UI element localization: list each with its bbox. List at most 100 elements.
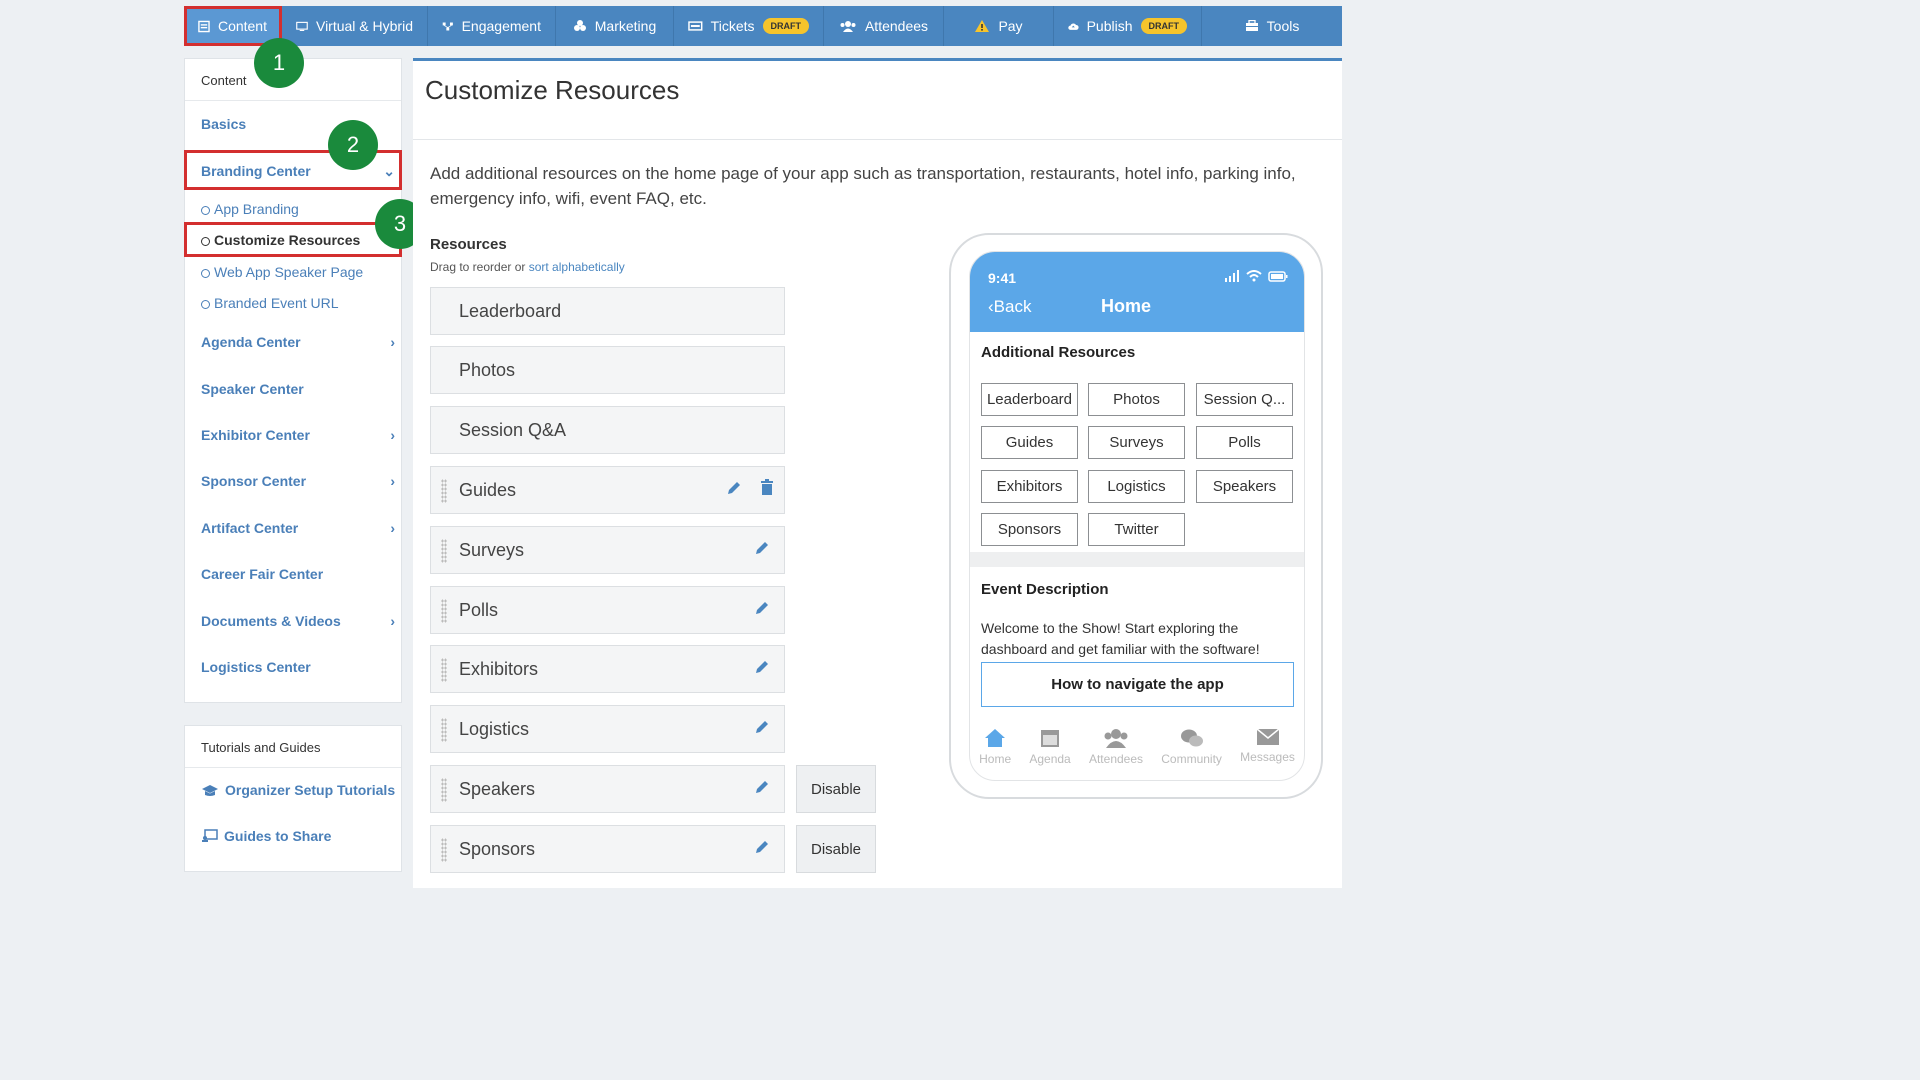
tab-virtual-hybrid[interactable]: Virtual & Hybrid bbox=[282, 6, 428, 46]
drag-handle-icon[interactable] bbox=[441, 718, 447, 742]
phone-resource-button[interactable]: Session Q... bbox=[1196, 383, 1293, 416]
sidebar-item-artifact-center[interactable]: Artifact Center bbox=[201, 520, 298, 536]
resource-item[interactable]: Exhibitors bbox=[430, 645, 785, 693]
step-badge-1: 1 bbox=[254, 38, 304, 88]
tab-pay[interactable]: Pay bbox=[944, 6, 1054, 46]
resource-item[interactable]: Surveys bbox=[430, 526, 785, 574]
sidebar-item-exhibitor-center[interactable]: Exhibitor Center bbox=[201, 427, 310, 443]
resource-label: Sponsors bbox=[459, 838, 536, 859]
share-guide-icon bbox=[202, 829, 218, 842]
pencil-icon[interactable] bbox=[726, 480, 742, 496]
sidebar-sub-app-branding[interactable]: App Branding bbox=[201, 201, 299, 217]
phone-resource-button[interactable]: Logistics bbox=[1088, 470, 1185, 503]
pencil-icon[interactable] bbox=[754, 600, 770, 616]
back-label: Back bbox=[993, 297, 1032, 316]
home-icon bbox=[985, 729, 1006, 747]
phone-resource-button[interactable]: Guides bbox=[981, 426, 1078, 459]
page-title: Customize Resources bbox=[425, 75, 680, 105]
phone-resource-button[interactable]: Polls bbox=[1196, 426, 1293, 459]
section-divider bbox=[970, 552, 1304, 567]
disable-button[interactable]: Disable bbox=[796, 825, 876, 873]
tab-label: Attendees bbox=[864, 18, 929, 34]
draft-badge: DRAFT bbox=[762, 18, 809, 34]
engagement-icon bbox=[442, 22, 453, 30]
tutorials-panel: Tutorials and Guides Organizer Setup Tut… bbox=[184, 725, 402, 872]
warning-icon bbox=[975, 20, 990, 32]
back-button[interactable]: ‹Back bbox=[988, 297, 1031, 317]
guides-to-share-link[interactable]: Guides to Share bbox=[201, 828, 331, 844]
pencil-icon[interactable] bbox=[754, 779, 770, 795]
trash-icon[interactable] bbox=[760, 479, 774, 495]
pencil-icon[interactable] bbox=[754, 540, 770, 556]
phone-resource-button[interactable]: Sponsors bbox=[981, 513, 1078, 546]
bottom-nav-community[interactable]: Community bbox=[1161, 722, 1222, 780]
organizer-setup-tutorials-link[interactable]: Organizer Setup Tutorials bbox=[201, 782, 395, 798]
pencil-icon[interactable] bbox=[754, 659, 770, 675]
signal-icon bbox=[1225, 270, 1239, 282]
link-label: Organizer Setup Tutorials bbox=[225, 782, 396, 798]
draft-badge: DRAFT bbox=[1140, 18, 1187, 34]
tab-marketing[interactable]: Marketing bbox=[556, 6, 674, 46]
tab-label: Publish bbox=[1086, 18, 1133, 34]
bottom-nav-label: Agenda bbox=[1029, 752, 1071, 766]
marketing-icon bbox=[573, 19, 586, 31]
sidebar-item-career-fair-center[interactable]: Career Fair Center bbox=[201, 566, 323, 582]
sidebar-item-agenda-center[interactable]: Agenda Center bbox=[201, 334, 301, 350]
resource-item[interactable]: Session Q&A bbox=[430, 406, 785, 454]
bottom-nav-label: Attendees bbox=[1088, 752, 1144, 766]
tab-label: Tools bbox=[1266, 18, 1300, 34]
phone-resource-button[interactable]: Leaderboard bbox=[981, 383, 1078, 416]
drag-handle-icon[interactable] bbox=[441, 658, 447, 682]
phone-resource-button[interactable]: Twitter bbox=[1088, 513, 1185, 546]
tutorials-header: Tutorials and Guides bbox=[185, 726, 401, 768]
phone-resource-button[interactable]: Speakers bbox=[1196, 470, 1293, 503]
chevron-right-icon: › bbox=[390, 473, 395, 489]
envelope-icon bbox=[1256, 728, 1279, 745]
drag-handle-icon[interactable] bbox=[441, 778, 447, 802]
pencil-icon[interactable] bbox=[754, 719, 770, 735]
link-label: Guides to Share bbox=[224, 828, 332, 844]
phone-resource-button[interactable]: Surveys bbox=[1088, 426, 1185, 459]
tab-attendees[interactable]: Attendees bbox=[824, 6, 944, 46]
sidebar-item-logistics-center[interactable]: Logistics Center bbox=[201, 659, 311, 675]
resource-item[interactable]: Logistics bbox=[430, 705, 785, 753]
disable-button[interactable]: Disable bbox=[796, 765, 876, 813]
sidebar-item-sponsor-center[interactable]: Sponsor Center bbox=[201, 473, 306, 489]
sidebar-sub-web-app-speaker-page[interactable]: Web App Speaker Page bbox=[201, 264, 363, 280]
phone-resource-button[interactable]: Exhibitors bbox=[981, 470, 1078, 503]
drag-handle-icon[interactable] bbox=[441, 599, 447, 623]
bottom-nav-attendees[interactable]: Attendees bbox=[1088, 722, 1144, 780]
bottom-nav-agenda[interactable]: Agenda bbox=[1029, 722, 1071, 780]
bottom-nav-home[interactable]: Home bbox=[979, 722, 1011, 780]
status-time: 9:41 bbox=[988, 270, 1017, 286]
sidebar-item-documents-videos[interactable]: Documents & Videos bbox=[201, 613, 341, 629]
phone-bottom-nav: Home Agenda Attendees Community Messages bbox=[970, 722, 1304, 780]
calendar-icon bbox=[1041, 730, 1060, 747]
drag-handle-icon[interactable] bbox=[441, 539, 447, 563]
sidebar-item-basics[interactable]: Basics bbox=[201, 116, 246, 132]
resource-item[interactable]: Photos bbox=[430, 346, 785, 394]
resource-item[interactable]: Sponsors bbox=[430, 825, 785, 873]
bottom-nav-messages[interactable]: Messages bbox=[1240, 722, 1295, 780]
hint-text: Drag to reorder or bbox=[430, 260, 529, 274]
resource-label: Surveys bbox=[459, 539, 525, 560]
phone-resource-button[interactable]: Photos bbox=[1088, 383, 1185, 416]
pencil-icon[interactable] bbox=[754, 839, 770, 855]
tab-tickets[interactable]: Tickets DRAFT bbox=[674, 6, 824, 46]
sort-alphabetically-link[interactable]: sort alphabetically bbox=[529, 260, 625, 274]
resource-item[interactable]: Guides bbox=[430, 466, 785, 514]
sidebar-item-speaker-center[interactable]: Speaker Center bbox=[201, 381, 304, 397]
resource-label: Exhibitors bbox=[459, 658, 539, 679]
resource-item[interactable]: Polls bbox=[430, 586, 785, 634]
drag-handle-icon[interactable] bbox=[441, 479, 447, 503]
resource-item[interactable]: Speakers bbox=[430, 765, 785, 813]
tab-engagement[interactable]: Engagement bbox=[428, 6, 556, 46]
tab-publish[interactable]: Publish DRAFT bbox=[1054, 6, 1202, 46]
sidebar-sub-branded-event-url[interactable]: Branded Event URL bbox=[201, 295, 339, 311]
tab-tools[interactable]: Tools bbox=[1202, 6, 1342, 46]
drag-handle-icon[interactable] bbox=[441, 838, 447, 862]
content-icon bbox=[198, 20, 210, 32]
how-to-navigate-button[interactable]: How to navigate the app bbox=[981, 662, 1294, 707]
resource-item[interactable]: Leaderboard bbox=[430, 287, 785, 335]
chat-bubbles-icon bbox=[1180, 729, 1203, 747]
